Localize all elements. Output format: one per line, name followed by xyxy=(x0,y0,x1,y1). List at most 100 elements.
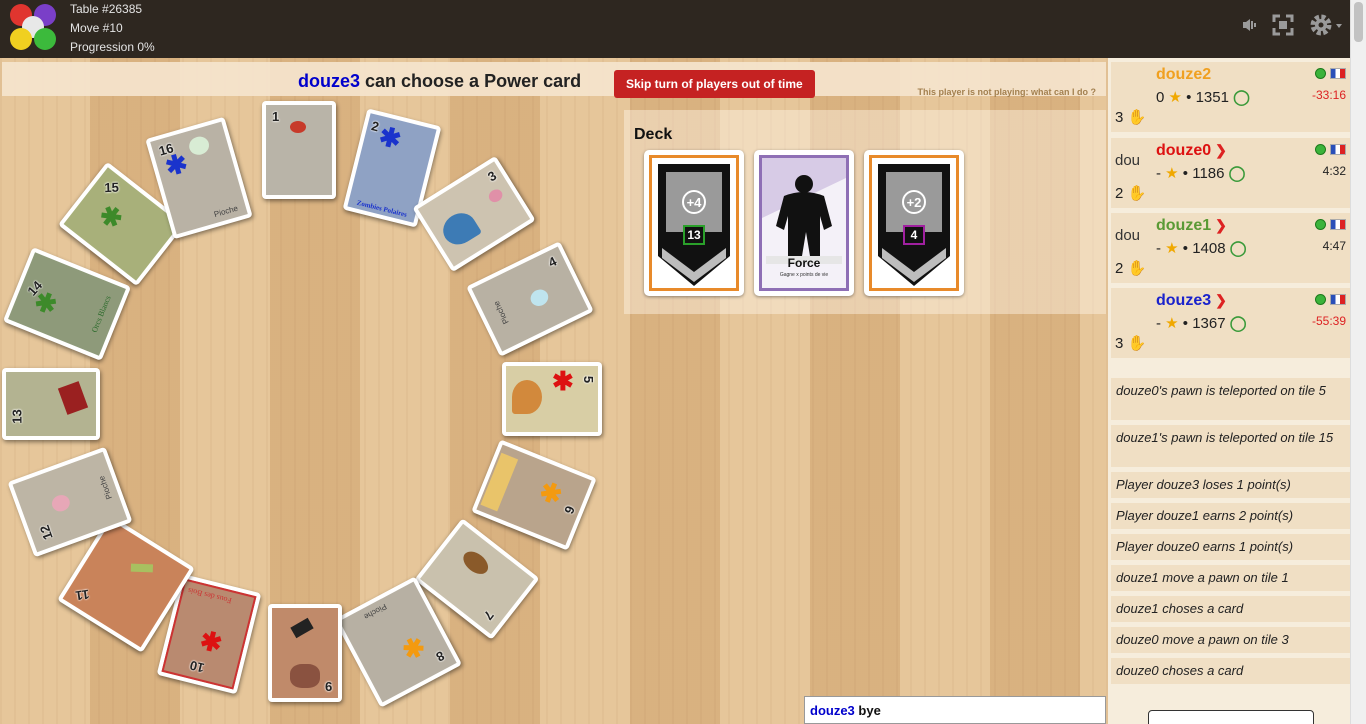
power-card-force-subtitle: Gagne x points de vie xyxy=(779,272,829,278)
board-tile-6[interactable]: 6 ✱ xyxy=(471,439,597,551)
power-card-force-name: Force xyxy=(787,256,821,270)
status-message: can choose a Power card xyxy=(360,71,582,91)
tile-label: Orcs Blancs xyxy=(89,294,113,334)
tile-number: 11 xyxy=(74,586,91,604)
deck-panel: Deck +4 13 Force Gagne x points de vie +… xyxy=(624,110,1106,314)
blue-pawn-icon: ✱ xyxy=(161,147,191,183)
laurel-icon: ◯ xyxy=(1229,240,1247,257)
player-name[interactable]: douze0 ❯ xyxy=(1156,142,1227,160)
laurel-icon: ◯ xyxy=(1233,89,1250,106)
board-tile-5[interactable]: 5 ✱ xyxy=(502,362,602,436)
move-number: Move #10 xyxy=(70,21,123,35)
red-pawn-icon: ✱ xyxy=(552,366,574,396)
player-score: - ★ • 1186 ◯ xyxy=(1156,165,1246,182)
flag-icon xyxy=(1330,294,1346,305)
star-icon: ★ xyxy=(1165,165,1179,182)
player-panel-douze3: douze3 ❯ - ★ • 1367 ◯ 3 ✋ -55:39 xyxy=(1111,288,1350,358)
top-bar: Table #26385 Move #10 Progression 0% xyxy=(0,0,1366,58)
tile-label: Zombies Polaires xyxy=(355,198,408,219)
board-tile-13[interactable]: 13 xyxy=(2,368,100,440)
log-entry: douze1 move a pawn on tile 1 xyxy=(1111,565,1350,591)
tile-number: 8 xyxy=(433,648,447,665)
star-icon: ★ xyxy=(1168,89,1182,106)
log-entry: douze0 choses a card xyxy=(1111,658,1350,684)
hand-icon: ✋ xyxy=(1127,109,1147,126)
game-area: douze3 can choose a Power card Skip turn… xyxy=(0,58,1108,724)
online-status-icon xyxy=(1315,294,1326,305)
log-entry: Player douze3 loses 1 point(s) xyxy=(1111,472,1350,498)
player-panel-douze1: dou douze1 ❯ - ★ • 1408 ◯ 2 ✋ 4:47 xyxy=(1111,213,1350,283)
power-card-2-bottom-value: 4 xyxy=(910,228,918,242)
star-icon: ★ xyxy=(1165,240,1179,257)
tile-number: 12 xyxy=(36,523,56,542)
tile-label: Pioche xyxy=(491,299,511,326)
page-title: douze3 can choose a Power card xyxy=(298,71,581,92)
sound-icon[interactable] xyxy=(1240,16,1258,40)
tile-number: 7 xyxy=(480,607,497,623)
turn-arrow-icon: ❯ xyxy=(1215,142,1227,158)
site-logo[interactable] xyxy=(6,2,60,52)
log-entry: douze0's pawn is teleported on tile 5 xyxy=(1111,378,1350,420)
power-card-1-top-value: +4 xyxy=(686,195,702,210)
board-tile-3[interactable]: 3 xyxy=(412,155,536,273)
power-card-2-top-value: +2 xyxy=(906,195,922,210)
table-info: Table #26385 Move #10 Progression 0% xyxy=(70,0,155,57)
sidebar-action-button[interactable] xyxy=(1148,710,1314,724)
board-tile-9[interactable]: 9 xyxy=(268,604,342,702)
laurel-icon: ◯ xyxy=(1228,165,1246,182)
board-tile-4[interactable]: 4 Pioche xyxy=(466,241,594,357)
power-card-2[interactable]: +2 4 xyxy=(864,150,964,296)
power-card-force[interactable]: Force Gagne x points de vie xyxy=(754,150,854,296)
hand-count: 3 ✋ xyxy=(1115,335,1147,352)
scroll-thumb[interactable] xyxy=(1354,2,1363,42)
avatar xyxy=(1115,70,1155,110)
page-scrollbar[interactable] xyxy=(1350,0,1366,724)
tile-number: 5 xyxy=(580,375,596,384)
fullscreen-icon[interactable] xyxy=(1272,14,1294,42)
chat-text: bye xyxy=(858,703,881,718)
log-entry: douze1 choses a card xyxy=(1111,596,1350,622)
flag-icon xyxy=(1330,219,1346,230)
board-tile-1[interactable]: 1 xyxy=(262,101,336,199)
blue-pawn-icon: ✱ xyxy=(375,120,405,155)
hand-icon: ✋ xyxy=(1127,260,1147,277)
turn-arrow-icon: ❯ xyxy=(1215,292,1227,308)
log-entry: Player douze0 earns 1 point(s) xyxy=(1111,534,1350,560)
tile-label: Fous des Bois xyxy=(186,585,233,606)
tile-number: 3 xyxy=(485,167,500,185)
tile-number: 15 xyxy=(104,179,120,196)
orange-pawn-icon: ✱ xyxy=(535,475,567,512)
tile-number: 6 xyxy=(561,503,578,517)
hand-count: 2 ✋ xyxy=(1115,185,1147,202)
hand-count: 2 ✋ xyxy=(1115,260,1147,277)
chat-author: douze3 xyxy=(810,703,855,718)
tile-number: 13 xyxy=(9,409,25,424)
tile-number: 1 xyxy=(272,109,280,124)
player-time: -55:39 xyxy=(1311,314,1346,328)
settings-gear-icon[interactable] xyxy=(1308,12,1344,44)
tile-label: Pioche xyxy=(362,601,389,622)
player-score: - ★ • 1367 ◯ xyxy=(1156,315,1247,332)
deck-title: Deck xyxy=(634,126,673,143)
flag-icon xyxy=(1330,144,1346,155)
online-status-icon xyxy=(1315,144,1326,155)
not-playing-help-link[interactable]: This player is not playing: what can I d… xyxy=(917,87,1096,97)
star-icon: ★ xyxy=(1165,315,1179,332)
log-entry: douze0 move a pawn on tile 3 xyxy=(1111,627,1350,653)
power-card-1[interactable]: +4 13 xyxy=(644,150,744,296)
orange-pawn-icon: ✱ xyxy=(397,630,431,667)
hand-icon: ✋ xyxy=(1127,335,1147,352)
player-score: 0 ★ • 1351 ◯ xyxy=(1156,89,1250,106)
skip-turn-button[interactable]: Skip turn of players out of time xyxy=(614,70,815,98)
online-status-icon xyxy=(1315,68,1326,79)
table-number: Table #26385 xyxy=(70,2,143,16)
player-name[interactable]: douze2 xyxy=(1156,66,1211,84)
player-panel-douze2: douze2 0 ★ • 1351 ◯ 3 ✋ -33:16 xyxy=(1111,62,1350,132)
tile-number: 4 xyxy=(545,253,559,271)
log-entry: douze1's pawn is teleported on tile 15 xyxy=(1111,425,1350,467)
player-name[interactable]: douze3 ❯ xyxy=(1156,292,1227,310)
log-entry: Player douze1 earns 2 point(s) xyxy=(1111,503,1350,529)
tile-label: Pioche xyxy=(213,203,240,220)
player-name[interactable]: douze1 ❯ xyxy=(1156,217,1227,235)
player-time: -33:16 xyxy=(1311,88,1346,102)
